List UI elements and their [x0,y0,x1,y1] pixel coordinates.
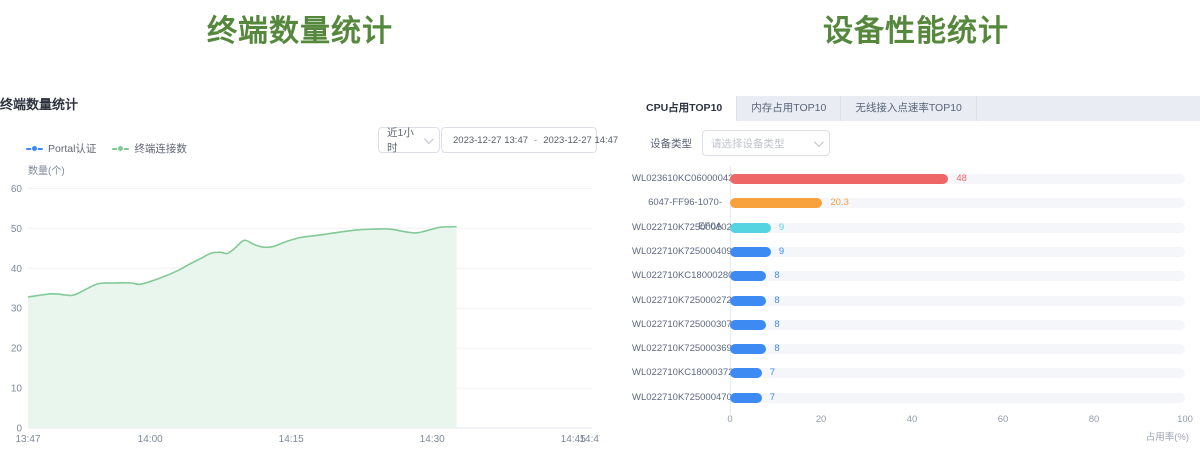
chevron-down-icon [814,137,824,147]
legend-item-portal[interactable]: Portal认证 [26,141,96,156]
bar-category-label: WL022710KC18000372 [632,361,722,385]
y-tick-label: 50 [11,224,23,235]
x-tick-label: 14:15 [279,434,304,445]
bar[interactable] [730,247,771,257]
bar-track [730,247,1185,257]
x-tick-label: 14:47 [579,434,600,445]
bar-row: WL022710K725000307 8 [632,313,1200,337]
device-type-label: 设备类型 [650,136,692,151]
bar-value-label: 8 [774,337,779,361]
bar-row: 6047-FF96-1070-EF0A 20.3 [632,191,1200,215]
bar[interactable] [730,344,766,354]
bar-x-tick-label: 0 [727,414,732,425]
time-range-select[interactable]: 近1小时 [378,127,440,153]
legend-item-terminal[interactable]: 终端连接数 [112,141,187,156]
bar-x-tick-label: 80 [1089,414,1100,425]
bar-track [730,223,1185,233]
bar-row: WL022710KC18000372 7 [632,361,1200,385]
left-panel-title: 终端数量统计 [0,94,78,113]
chart-legend: Portal认证 终端连接数 [26,141,187,156]
bar-value-label: 48 [956,167,967,191]
device-type-placeholder: 请选择设备类型 [711,136,785,151]
bar-category-label: WL022710K725000102 [632,216,722,240]
date-range-picker[interactable]: 2023-12-27 13:47 - 2023-12-27 14:47 [441,127,597,153]
bar-category-label: WL022710K725000307 [632,313,722,337]
bar[interactable] [730,296,766,306]
bar-category-label: WL022710K725000470 [632,386,722,410]
tab-memory-top10[interactable]: 内存占用TOP10 [737,96,841,121]
bar-row: WL022710K725000369 8 [632,337,1200,361]
x-tick-label: 13:47 [15,434,40,445]
y-axis-title: 数量(个) [28,164,65,177]
bar-row: WL022710K725000409 9 [632,240,1200,264]
bar-row: WL022710K725000102 9 [632,216,1200,240]
bar-x-axis-title: 占用率(%) [1146,429,1189,443]
terminal-line-chart[interactable]: 0 10 20 30 40 50 60 数量(个) 13:47 14:00 14:15 14:30 14… [0,160,600,456]
bar-value-label: 8 [774,264,779,288]
y-tick-label: 20 [11,344,23,355]
bar[interactable] [730,223,771,233]
bar-x-tick-label: 100 [1177,414,1193,425]
date-end: 2023-12-27 14:47 [543,135,618,146]
bar-category-label: 6047-FF96-1070-EF0A [632,191,722,215]
x-tick-label: 14:30 [420,434,445,445]
bar-x-tick-label: 60 [998,414,1009,425]
device-type-select[interactable]: 请选择设备类型 [702,130,830,156]
tab-cpu-top10[interactable]: CPU占用TOP10 [632,96,737,121]
chevron-down-icon [424,134,434,144]
bar[interactable] [730,393,762,403]
bar-value-label: 20.3 [830,191,849,215]
time-range-value: 近1小时 [387,125,424,155]
bar-track [730,296,1185,306]
bar-value-label: 7 [770,386,775,410]
bar-value-label: 7 [770,361,775,385]
bar-value-label: 9 [779,216,784,240]
bar-row: WL022710K725000272 8 [632,289,1200,313]
legend-marker-icon [112,145,129,153]
bar-track [730,393,1185,403]
x-tick-label: 14:00 [138,434,163,445]
left-doc-title: 终端数量统计 [0,6,600,58]
right-doc-title: 设备性能统计 [632,6,1200,58]
bar-value-label: 9 [779,240,784,264]
bar-category-label: WL023610KC06000043 [632,167,722,191]
bar[interactable] [730,198,822,208]
y-tick-label: 0 [16,424,22,435]
area-fill [28,227,457,428]
bar-category-label: WL022710K725000409 [632,240,722,264]
bar-value-label: 8 [774,313,779,337]
bar-row: WL022710K725000470 7 [632,386,1200,410]
y-tick-label: 10 [11,384,23,395]
date-start: 2023-12-27 13:47 [453,135,528,146]
legend-marker-icon [26,145,43,153]
legend-label: Portal认证 [48,141,96,156]
bar-category-label: WL022710KC18000280 [632,264,722,288]
bar[interactable] [730,271,766,281]
bar-track [730,344,1185,354]
bar-row: WL022710KC18000280 8 [632,264,1200,288]
bar-category-label: WL022710K725000272 [632,289,722,313]
bar[interactable] [730,368,762,378]
bar-x-tick-label: 20 [816,414,827,425]
bar-category-label: WL022710K725000369 [632,337,722,361]
perf-tab-bar: CPU占用TOP10 内存占用TOP10 无线接入点速率TOP10 [632,96,1200,121]
bar-track [730,320,1185,330]
bar-track [730,198,1185,208]
bar-track [730,368,1185,378]
legend-label: 终端连接数 [134,141,187,156]
bar[interactable] [730,174,948,184]
tab-wireless-rate-top10[interactable]: 无线接入点速率TOP10 [841,96,977,121]
bar-x-tick-label: 40 [907,414,918,425]
y-tick-label: 30 [11,304,23,315]
dashboard: 终端数量统计 终端数量统计 近1小时 2023-12-27 13:47 - 20… [0,0,1200,456]
bar[interactable] [730,320,766,330]
bar-value-label: 8 [774,289,779,313]
y-tick-label: 60 [11,184,23,195]
terminal-stats-panel: 终端数量统计 终端数量统计 近1小时 2023-12-27 13:47 - 20… [0,0,600,456]
device-perf-panel: 设备性能统计 CPU占用TOP10 内存占用TOP10 无线接入点速率TOP10… [632,0,1200,456]
y-tick-label: 40 [11,264,23,275]
date-separator: - [532,135,539,146]
bar-row: WL023610KC06000043 48 [632,167,1200,191]
bar-track [730,271,1185,281]
